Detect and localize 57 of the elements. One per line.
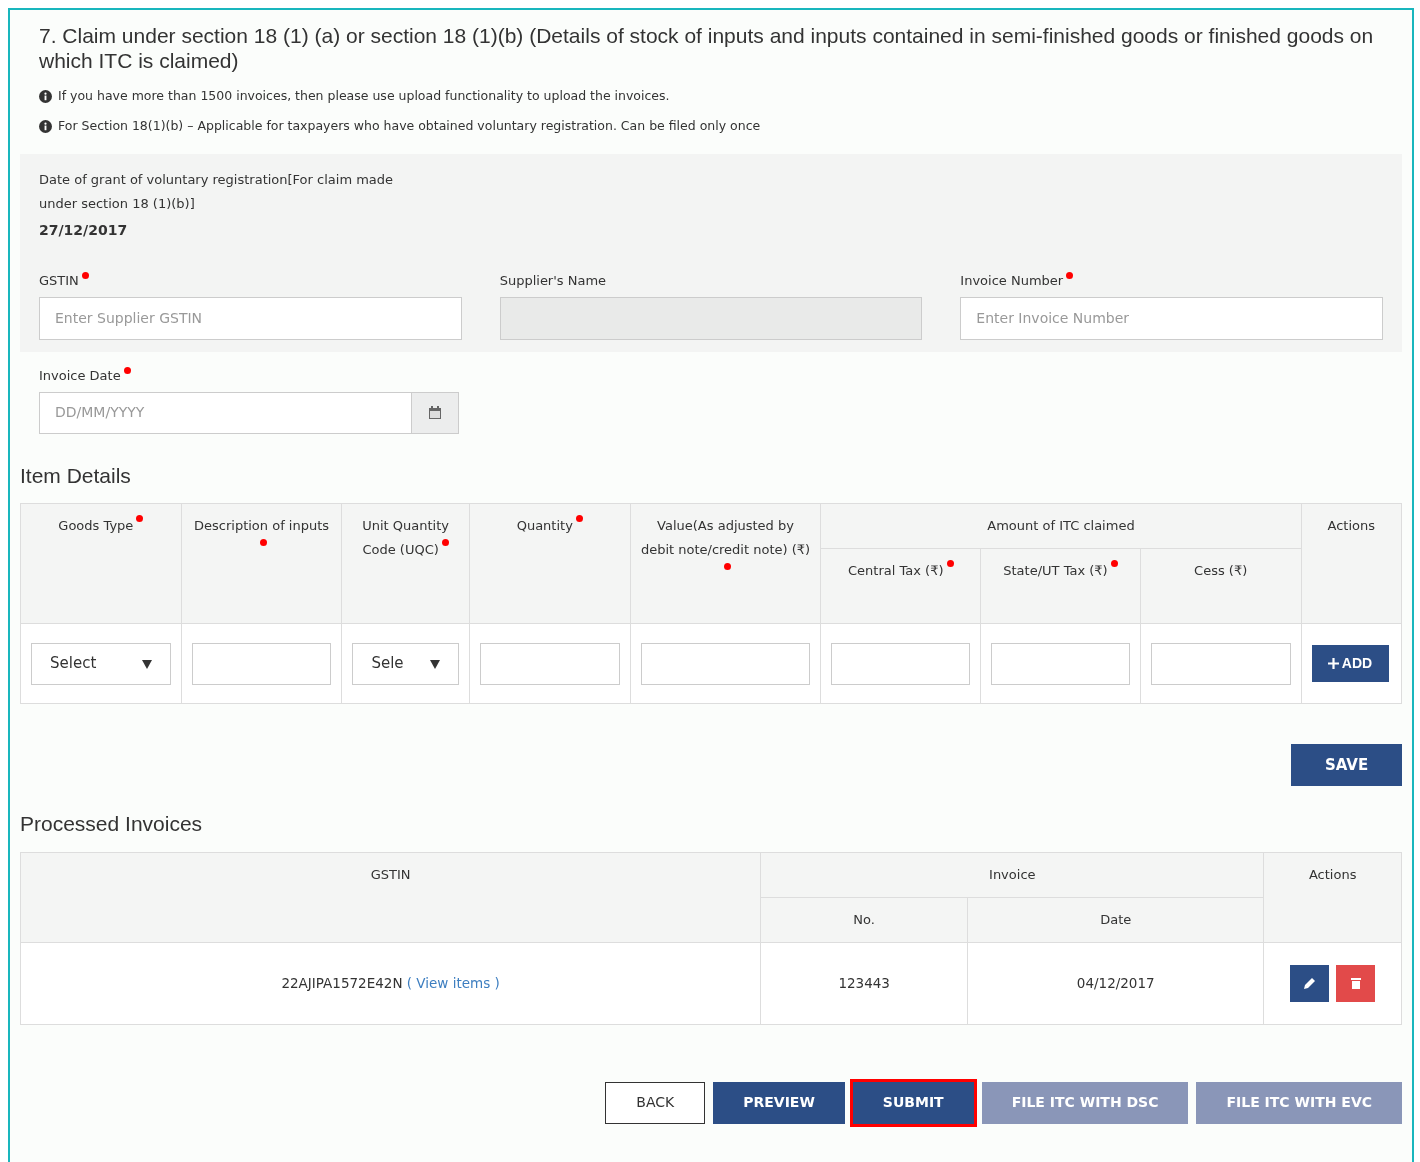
text-field[interactable]: Enter Invoice Number — [960, 296, 1383, 340]
column-header: Actions — [1308, 866, 1357, 882]
info-icon — [39, 89, 52, 103]
gstin-value: 22AJIPA1572E42N — [281, 974, 403, 991]
column-header: No. — [853, 911, 875, 927]
invoice-date: 04/12/2017 — [1076, 974, 1155, 991]
select-dropdown[interactable]: Select — [31, 642, 171, 685]
column-header: Central Tax (₹) — [848, 563, 944, 578]
action-button[interactable]: PREVIEW — [713, 1081, 845, 1124]
invoice-number: 123443 — [838, 974, 890, 991]
column-header: Quantity — [516, 518, 573, 533]
edit-button[interactable] — [1290, 964, 1330, 1002]
column-header: Actions — [1327, 518, 1375, 533]
field-label: GSTIN — [39, 272, 79, 288]
dropdown-arrow-icon — [429, 658, 440, 669]
text-field[interactable]: Enter Supplier GSTIN — [39, 296, 462, 340]
view-items-link[interactable]: ( View items ) — [406, 974, 500, 991]
column-header: Amount of ITC claimed — [987, 518, 1135, 533]
field-label: Date of grant of voluntary registration[For claim made under section 18 (1)(b)] — [39, 170, 395, 213]
registration-date: 27/12/2017 — [39, 220, 129, 240]
select-dropdown[interactable]: Sele — [352, 642, 459, 685]
text-field[interactable] — [191, 642, 332, 685]
save-button[interactable]: SAVE — [1291, 744, 1402, 786]
text-field[interactable] — [479, 642, 620, 685]
column-header: Cess (₹) — [1194, 563, 1248, 578]
section-title: 7. Claim under section 18 (1) (a) or section 18 (1)(b) (Details of stock of inputs and inputs contained in semi-finished goods or finished goods on which ITC is claimed) — [38, 23, 1375, 73]
field-label: Invoice Date — [39, 367, 121, 383]
info-note: If you have more than 1500 invoices, then please use upload functionality to upload the invoices. — [58, 87, 670, 105]
column-header: GSTIN — [370, 866, 411, 882]
field-label: Invoice Number — [960, 272, 1064, 288]
trash-icon — [1350, 977, 1361, 989]
column-header: Unit Quantity Code (UQC) — [362, 518, 450, 557]
column-header: Description of inputs — [194, 518, 330, 533]
column-header: Value(As adjusted by debit note/credit note) (₹) — [640, 518, 811, 557]
info-icon — [39, 119, 52, 133]
date-field[interactable]: DD/MM/YYYY — [39, 391, 412, 434]
info-note: For Section 18(1)(b) – Applicable for taxpayers who have obtained voluntary registration. Can be filed only once — [58, 116, 761, 135]
action-button[interactable]: SUBMIT — [852, 1081, 974, 1124]
pencil-icon — [1303, 977, 1316, 989]
calendar-icon — [428, 405, 442, 420]
action-button[interactable]: BACK — [605, 1081, 706, 1124]
add-button[interactable]: ADD — [1311, 645, 1389, 682]
column-header: State/UT Tax (₹) — [1003, 563, 1108, 578]
section-heading: Item Details — [20, 462, 132, 489]
text-field[interactable] — [640, 642, 811, 685]
column-header: Goods Type — [58, 518, 134, 533]
column-header: Invoice — [989, 866, 1036, 882]
dropdown-arrow-icon — [141, 658, 152, 669]
delete-button[interactable] — [1336, 964, 1376, 1002]
field-label: Supplier's Name — [499, 272, 607, 288]
plus-icon — [1327, 658, 1339, 669]
column-header: Date — [1100, 911, 1132, 927]
text-field[interactable] — [1150, 642, 1291, 685]
section-heading: Processed Invoices — [20, 811, 204, 837]
text-field[interactable] — [991, 642, 1130, 685]
calendar-button[interactable] — [412, 391, 459, 434]
text-field[interactable] — [831, 642, 971, 685]
